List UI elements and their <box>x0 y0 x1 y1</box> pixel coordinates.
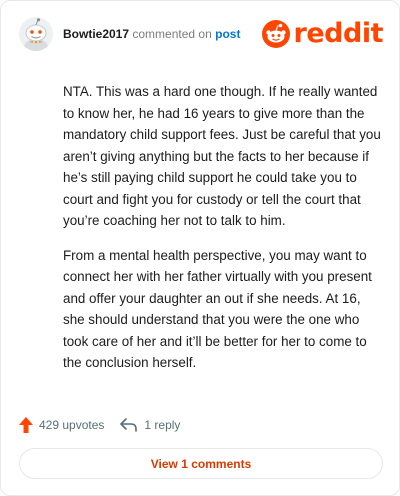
upvote-arrow-icon <box>19 417 33 433</box>
reddit-snoo-icon <box>261 20 290 48</box>
commented-on-text: commented on <box>132 27 212 41</box>
comment-attribution: Bowtie2017 commented on post <box>63 27 240 41</box>
snoo-avatar-icon <box>24 18 48 51</box>
username-link[interactable]: Bowtie2017 <box>63 27 129 41</box>
reply-count: 1 reply <box>144 418 181 432</box>
comment-paragraph: NTA. This was a hard one though. If he r… <box>63 84 381 228</box>
comment-card: Bowtie2017 commented on post reddit NTA.… <box>0 0 400 496</box>
comment-header: Bowtie2017 commented on post reddit <box>19 17 384 51</box>
upvote-count: 429 upvotes <box>39 418 105 432</box>
view-comments-button[interactable]: View 1 comments <box>19 448 383 479</box>
comment-footer: 429 upvotes 1 reply <box>19 415 180 435</box>
comment-paragraph: From a mental health perspective, you ma… <box>63 247 372 371</box>
reply-stat[interactable]: 1 reply <box>120 418 180 432</box>
reddit-logo[interactable]: reddit <box>261 18 384 50</box>
avatar[interactable] <box>19 17 53 51</box>
reddit-wordmark: reddit <box>293 18 384 49</box>
upvote-stat[interactable]: 429 upvotes <box>19 417 104 433</box>
comment-body: NTA. This was a hard one though. If he r… <box>63 81 385 387</box>
reply-arrow-icon <box>120 418 138 432</box>
post-link[interactable]: post <box>215 27 240 41</box>
